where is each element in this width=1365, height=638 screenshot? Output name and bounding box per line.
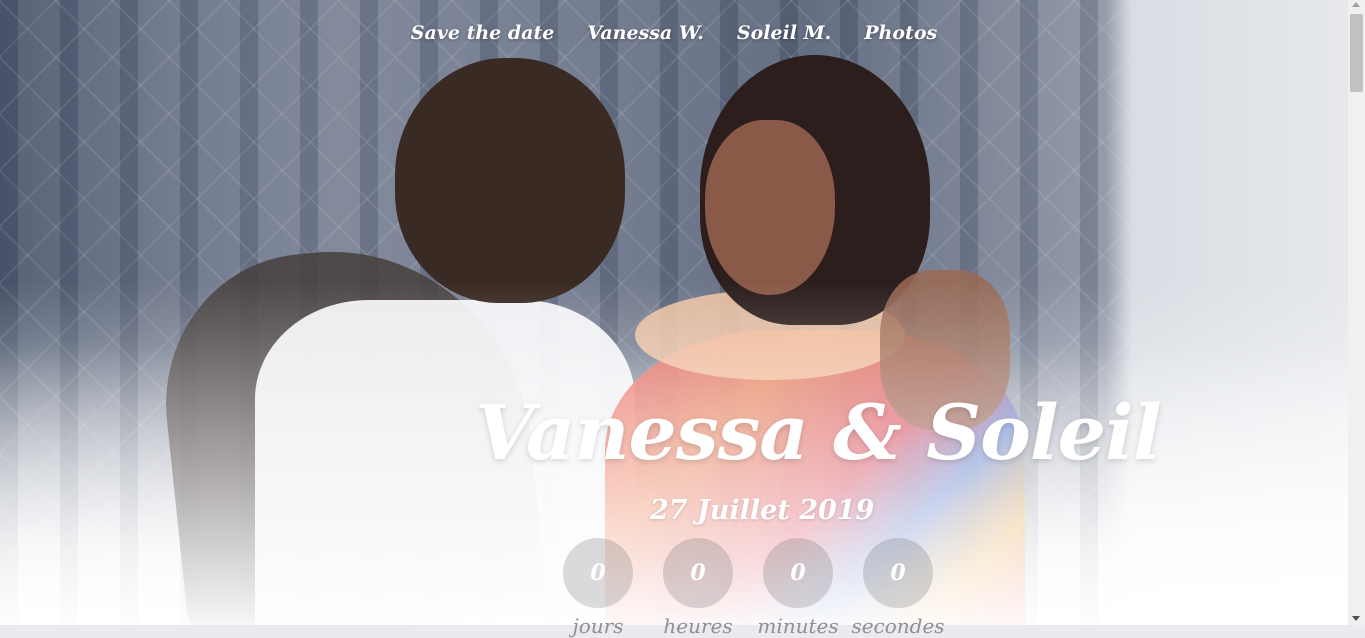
photo-fade-overlay: [0, 0, 1348, 625]
scroll-down-arrow-icon[interactable]: [1352, 616, 1360, 621]
scroll-up-arrow-icon[interactable]: [1352, 2, 1360, 7]
nav-photos[interactable]: Photos: [864, 22, 937, 44]
countdown-days: 0 jours: [563, 538, 633, 638]
countdown-minutes-label: minutes: [757, 614, 839, 638]
top-navigation: Save the date Vanessa W. Soleil M. Photo…: [0, 22, 1348, 44]
countdown-seconds: 0 secondes: [851, 538, 945, 638]
countdown-days-value: 0: [563, 538, 633, 608]
hero-background: [0, 0, 1348, 625]
countdown-seconds-label: secondes: [851, 614, 945, 638]
nav-soleil[interactable]: Soleil M.: [737, 22, 831, 44]
countdown-minutes: 0 minutes: [757, 538, 839, 638]
nav-save-the-date[interactable]: Save the date: [411, 22, 555, 44]
nav-vanessa[interactable]: Vanessa W.: [587, 22, 704, 44]
countdown-days-label: jours: [572, 614, 624, 638]
couple-title: Vanessa & Soleil: [475, 388, 1162, 477]
countdown-hours-value: 0: [663, 538, 733, 608]
wedding-date: 27 Juillet 2019: [650, 495, 875, 526]
scrollbar-thumb[interactable]: [1350, 14, 1363, 92]
countdown: 0 jours 0 heures 0 minutes 0 secondes: [563, 538, 945, 638]
countdown-hours: 0 heures: [663, 538, 733, 638]
countdown-minutes-value: 0: [763, 538, 833, 608]
page-scrollbar[interactable]: [1348, 0, 1365, 625]
countdown-seconds-value: 0: [863, 538, 933, 608]
countdown-hours-label: heures: [663, 614, 733, 638]
